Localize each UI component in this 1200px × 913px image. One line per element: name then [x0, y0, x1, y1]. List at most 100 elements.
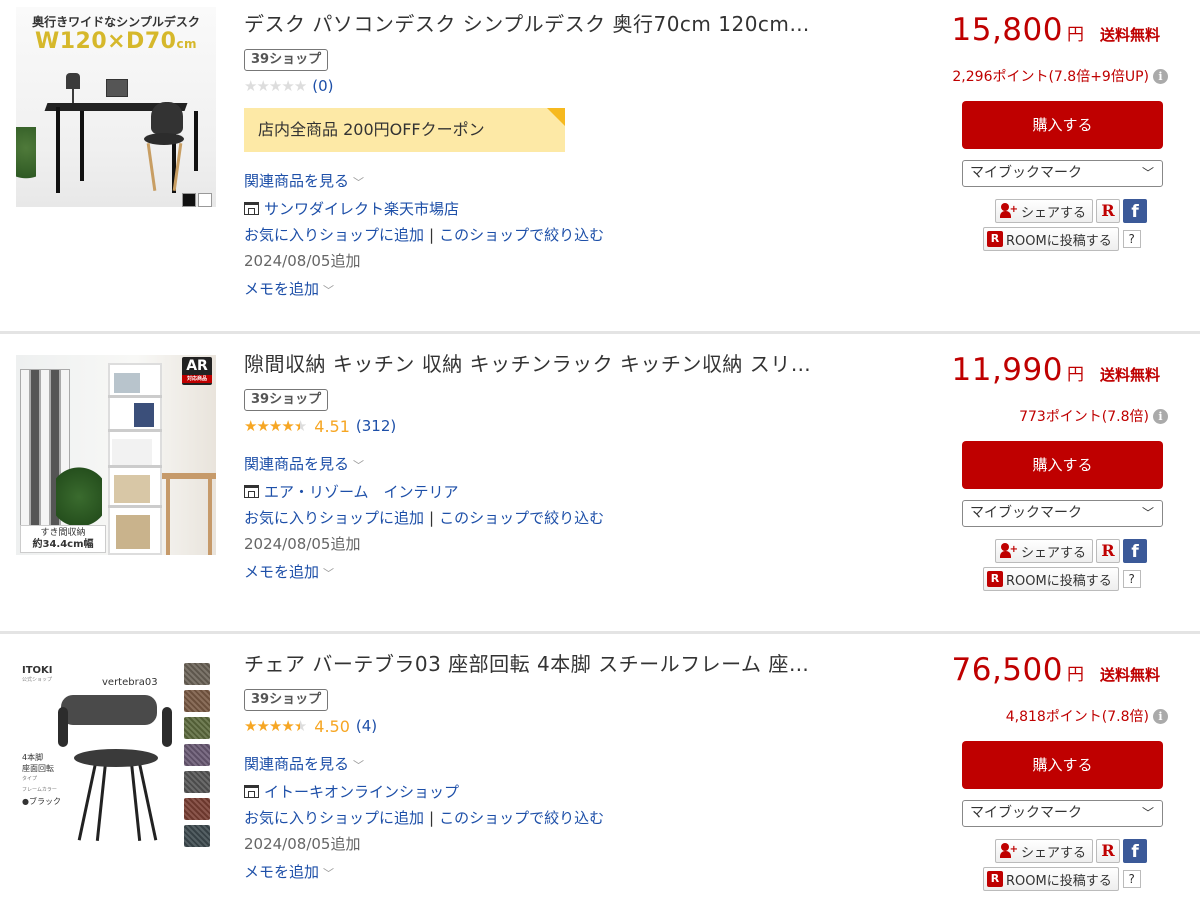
coupon-corner	[547, 108, 565, 126]
desk-leg-shape	[56, 107, 60, 193]
chevron-down-icon: ﹀	[323, 867, 335, 880]
filter-by-shop-link[interactable]: このショップで絞り込む	[439, 509, 604, 527]
shop-link[interactable]: エア・リゾーム インテリア	[244, 481, 459, 502]
chevron-down-icon: ﹀	[353, 759, 365, 772]
shop-badge: 39ショップ	[244, 389, 329, 411]
points-info: 773ポイント(7.8倍) i	[1019, 406, 1168, 426]
shop-link[interactable]: サンワダイレクト楽天市場店	[244, 198, 459, 219]
chair-leg-shape	[95, 761, 108, 841]
rating-row: ★★★★★ (0)	[244, 75, 334, 97]
share-button[interactable]: + シェアする	[995, 839, 1094, 863]
related-products-link[interactable]: 関連商品を見る ﹀	[244, 170, 364, 191]
filter-by-shop-link[interactable]: このショップで絞り込む	[439, 809, 604, 827]
rakuten-r-button[interactable]: R	[1096, 199, 1121, 223]
room-help-button[interactable]: ?	[1122, 570, 1141, 588]
star-icon: ★	[256, 717, 269, 735]
add-memo-link[interactable]: メモを追加 ﹀	[244, 561, 334, 582]
shelf-item	[134, 403, 154, 427]
slim-rack-shape	[20, 369, 30, 539]
shop-link[interactable]: イトーキオンラインショップ	[244, 781, 459, 802]
add-favorite-shop-link[interactable]: お気に入りショップに追加	[244, 226, 424, 244]
shop-badge: 39ショップ	[244, 689, 329, 711]
bookmark-select[interactable]: マイブックマーク ﹀	[962, 500, 1163, 527]
add-favorite-shop-link[interactable]: お気に入りショップに追加	[244, 509, 424, 527]
add-memo-link[interactable]: メモを追加 ﹀	[244, 861, 334, 882]
rakuten-r-button[interactable]: R	[1096, 839, 1121, 863]
fabric-swatch[interactable]	[184, 717, 210, 739]
frame-color-value: ●ブラック	[22, 797, 61, 806]
share-button[interactable]: + シェアする	[995, 539, 1094, 563]
room-row: R ROOMに投稿する?	[983, 567, 1141, 591]
add-memo-link[interactable]: メモを追加 ﹀	[244, 278, 334, 299]
review-count-link[interactable]: (0)	[312, 77, 333, 95]
room-help-button[interactable]: ?	[1122, 230, 1141, 248]
points-info: 4,818ポイント(7.8倍) i	[1006, 706, 1168, 726]
room-post-button[interactable]: R ROOMに投稿する	[983, 227, 1119, 251]
product-image[interactable]: 奥行きワイドなシンプルデスク W120×D70cm	[16, 7, 216, 207]
fabric-swatch[interactable]	[184, 798, 210, 820]
rack-shelf	[108, 429, 162, 432]
bookmark-select[interactable]: マイブックマーク ﹀	[962, 800, 1163, 827]
ar-badge: AR 対応商品	[182, 357, 212, 385]
product-title-link[interactable]: 隙間収納 キッチン 収納 キッチンラック キッチン収納 スリ…	[244, 348, 844, 377]
shelf-item	[112, 439, 152, 465]
buy-button[interactable]: 購入する	[962, 441, 1163, 489]
bookmark-select[interactable]: マイブックマーク ﹀	[962, 160, 1163, 187]
room-help-button[interactable]: ?	[1122, 870, 1141, 888]
star-icon: ★	[281, 717, 294, 735]
share-user-icon: +	[1000, 543, 1018, 559]
coupon-banner[interactable]: 店内全商品 200円OFFクーポン	[244, 108, 565, 152]
share-button[interactable]: + シェアする	[995, 199, 1094, 223]
filter-by-shop-link[interactable]: このショップで絞り込む	[439, 226, 604, 244]
chair-back-shape	[151, 102, 183, 134]
related-products-link[interactable]: 関連商品を見る ﹀	[244, 453, 364, 474]
product-image[interactable]: ITOKI 公式ショップ vertebra03 4本脚 座面回転 タイプ フレームカラー ●ブ…	[16, 657, 216, 857]
star-icon: ★	[281, 417, 294, 435]
info-icon[interactable]: i	[1153, 708, 1168, 724]
facebook-button[interactable]: f	[1123, 199, 1148, 223]
fabric-swatch[interactable]	[184, 771, 210, 793]
width-label-top: すき間収納	[40, 528, 86, 538]
free-shipping-label: 送料無料	[1099, 666, 1160, 684]
product-title-link[interactable]: デスク パソコンデスク シンプルデスク 奥行70cm 120cm…	[244, 8, 844, 37]
shop-name: エア・リゾーム インテリア	[264, 483, 459, 501]
star-icon: ★	[293, 717, 307, 735]
price-value: 11,990	[951, 352, 1063, 388]
fabric-swatch[interactable]	[184, 690, 210, 712]
shelf-item	[116, 515, 150, 549]
chair-description: 4本脚 座面回転 タイプ フレームカラー ●ブラック	[22, 752, 61, 807]
review-count-link[interactable]: (4)	[356, 717, 377, 735]
chair-desc-line: 4本脚	[22, 753, 44, 762]
monitor-shape	[106, 79, 128, 97]
fabric-swatch[interactable]	[184, 744, 210, 766]
buy-button[interactable]: 購入する	[962, 741, 1163, 789]
info-icon[interactable]: i	[1153, 408, 1168, 424]
add-favorite-shop-link[interactable]: お気に入りショップに追加	[244, 809, 424, 827]
rakuten-r-button[interactable]: R	[1096, 539, 1121, 563]
chevron-down-icon: ﹀	[353, 459, 365, 472]
related-products-link[interactable]: 関連商品を見る ﹀	[244, 753, 364, 774]
product-image[interactable]: AR 対応商品 すき間収納 約34.4cm幅	[16, 355, 216, 555]
item-separator	[0, 631, 1200, 634]
social-buttons: + シェアする Rf	[995, 839, 1148, 863]
price: 76,500 円送料無料	[952, 652, 1161, 688]
facebook-button[interactable]: f	[1123, 539, 1148, 563]
shop-name: イトーキオンラインショップ	[264, 783, 460, 801]
table-leg-shape	[208, 479, 212, 555]
room-icon: R	[987, 571, 1003, 587]
room-post-button[interactable]: R ROOMに投稿する	[983, 567, 1119, 591]
color-swatch	[198, 193, 212, 207]
shop-icon	[244, 202, 259, 215]
fabric-swatch[interactable]	[184, 825, 210, 847]
free-shipping-label: 送料無料	[1099, 366, 1160, 384]
facebook-button[interactable]: f	[1123, 839, 1148, 863]
chevron-down-icon: ﹀	[1141, 506, 1154, 520]
room-post-button[interactable]: R ROOMに投稿する	[983, 867, 1119, 891]
star-icon: ★	[281, 77, 294, 95]
fabric-swatch[interactable]	[184, 663, 210, 685]
review-count-link[interactable]: (312)	[356, 417, 396, 435]
product-title-link[interactable]: チェア バーテブラ03 座部回転 4本脚 スチールフレーム 座…	[244, 648, 844, 677]
info-icon[interactable]: i	[1153, 68, 1168, 84]
star-icon: ★	[256, 417, 269, 435]
buy-button[interactable]: 購入する	[962, 101, 1163, 149]
